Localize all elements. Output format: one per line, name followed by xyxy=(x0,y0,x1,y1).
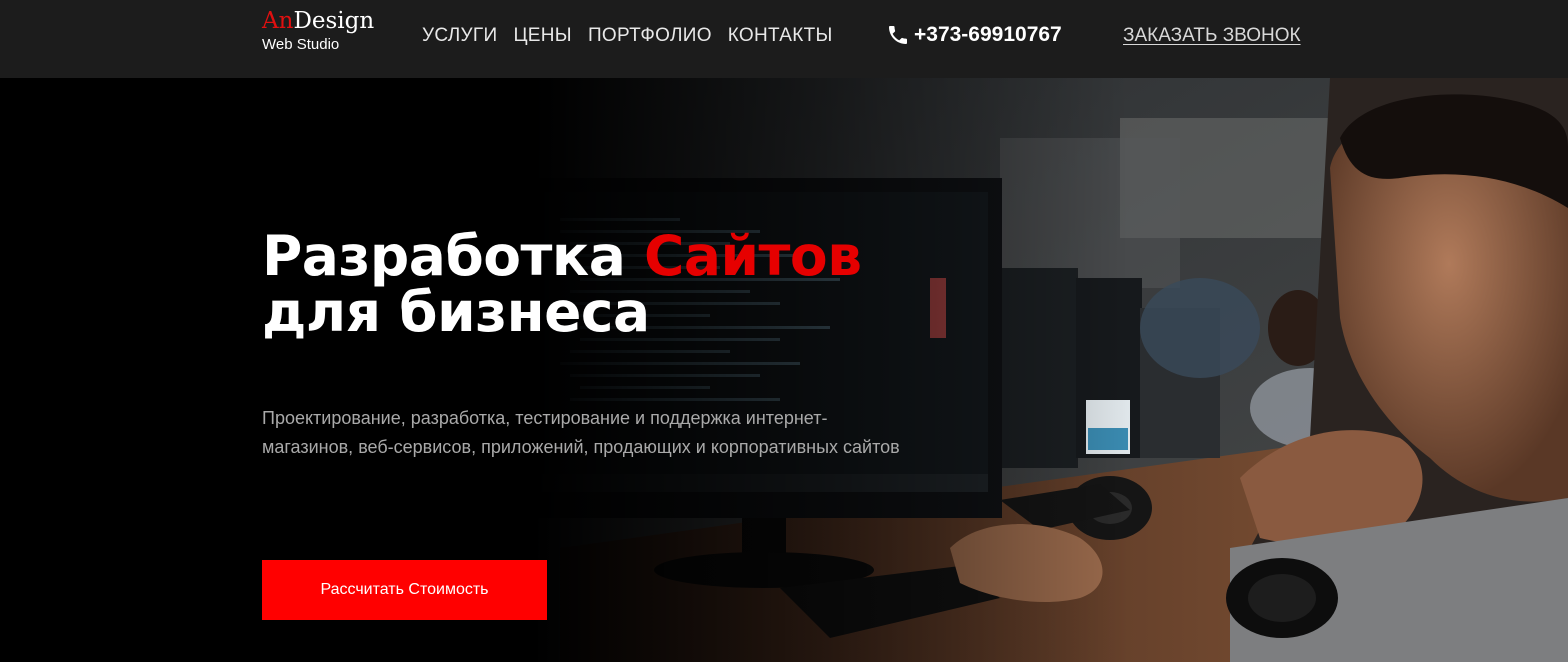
logo-accent: An xyxy=(262,8,294,34)
hero-section: Разработка Сайтов для бизнеса Проектирова… xyxy=(0,78,1568,662)
nav-item-prices[interactable]: ЦЕНЫ xyxy=(513,25,571,47)
calculate-cost-button[interactable]: Рассчитать Стоимость xyxy=(262,560,547,620)
nav-item-contacts[interactable]: КОНТАКТЫ xyxy=(728,25,833,47)
request-call-link[interactable]: ЗАКАЗАТЬ ЗВОНОК xyxy=(1123,25,1301,47)
phone-icon xyxy=(889,26,907,44)
hero-title-line2: для бизнеса xyxy=(262,280,650,344)
phone-link[interactable]: +373-69910767 xyxy=(886,23,1062,47)
main-nav: УСЛУГИ ЦЕНЫ ПОРТФОЛИО КОНТАКТЫ xyxy=(422,25,833,47)
nav-item-services[interactable]: УСЛУГИ xyxy=(422,25,497,47)
logo-name-rest: Design xyxy=(293,8,375,34)
logo-name: AnDesign xyxy=(262,10,374,33)
phone-number: +373-69910767 xyxy=(914,23,1062,46)
site-header: AnDesign Web Studio УСЛУГИ ЦЕНЫ ПОРТФОЛИ… xyxy=(0,0,1568,78)
hero-title-part1: Разработка xyxy=(262,224,645,288)
hero-title-accent: Сайтов xyxy=(644,224,862,288)
hero-background-image xyxy=(0,78,1568,662)
logo-subtitle: Web Studio xyxy=(262,36,340,53)
hero-description: Проектирование, разработка, тестирование… xyxy=(262,408,900,457)
logo[interactable]: AnDesign Web Studio xyxy=(262,10,374,53)
hero-title: Разработка Сайтов для бизнеса xyxy=(262,228,862,340)
nav-item-portfolio[interactable]: ПОРТФОЛИО xyxy=(588,25,712,47)
